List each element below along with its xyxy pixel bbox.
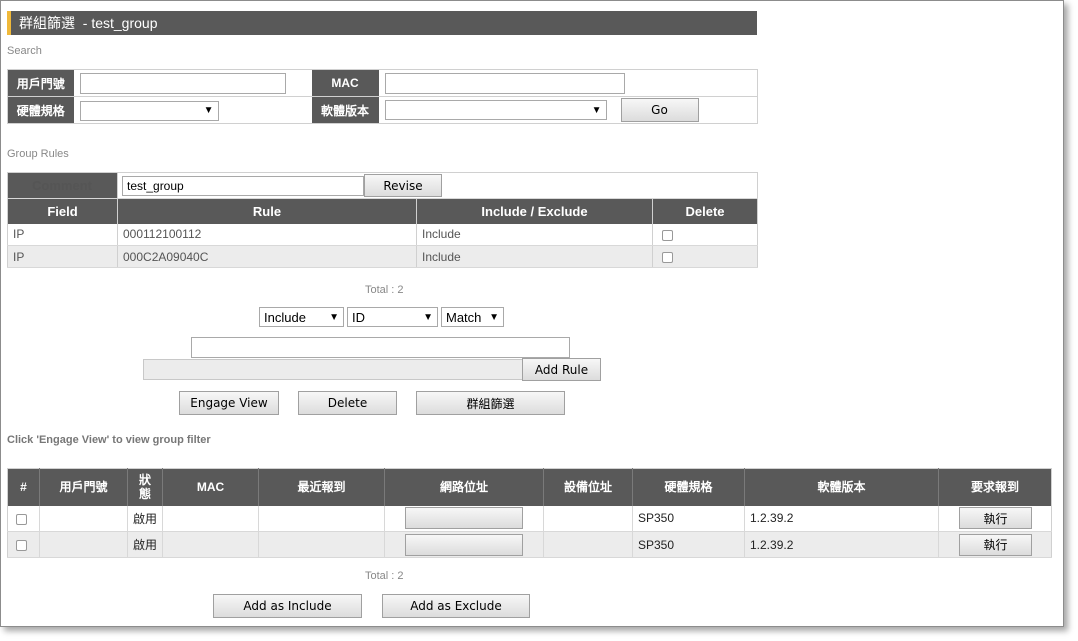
group-rules-section-label: Group Rules (7, 148, 69, 160)
col-request-report: 要求報到 (938, 468, 1052, 506)
network-address-button[interactable] (405, 507, 523, 530)
status-cell: 啟用 (127, 505, 163, 532)
rule-mode: Include (416, 223, 653, 246)
revise-button[interactable]: Revise (364, 174, 442, 197)
add-as-include-button[interactable]: Add as Include (213, 594, 362, 618)
col-include-exclude: Include / Exclude (416, 198, 653, 224)
mode-select-value: Include (264, 309, 306, 325)
comment-label: Comment (7, 172, 118, 199)
go-button[interactable]: Go (620, 98, 699, 122)
row-checkbox[interactable] (16, 539, 27, 551)
col-user-number: 用戶門號 (39, 468, 128, 506)
delete-checkbox[interactable] (662, 251, 673, 263)
devices-table: # 用戶門號 狀態 MAC 最近報到 網路位址 設備位址 硬體規格 軟體版本 要… (7, 468, 1052, 558)
engage-view-hint: Click 'Engage View' to view group filter (7, 434, 211, 446)
rule-value: 000112100112 (117, 223, 417, 246)
col-rule: Rule (117, 198, 417, 224)
mode-select[interactable]: Include ▼ (259, 307, 344, 327)
status-cell: 啟用 (127, 531, 163, 558)
execute-button[interactable]: 執行 (959, 533, 1032, 556)
hardware-spec-cell: SP350 (632, 505, 745, 532)
search-table: 用戶門號 MAC 硬體規格 ▼ 軟體版本 ▼ Go (7, 69, 758, 124)
group-filter-button[interactable]: 群組篩選 (416, 391, 565, 415)
chevron-down-icon: ▼ (329, 311, 339, 323)
add-as-exclude-button[interactable]: Add as Exclude (382, 594, 530, 618)
chevron-down-icon: ▼ (423, 311, 433, 323)
comment-input[interactable] (122, 175, 364, 196)
field-select-value: ID (352, 309, 365, 325)
col-software-version: 軟體版本 (744, 468, 939, 506)
hardware-spec-label: 硬體規格 (7, 96, 74, 124)
col-last-report: 最近報到 (258, 468, 385, 506)
devices-total: Total : 2 (365, 570, 404, 582)
last-report-cell (258, 531, 385, 558)
col-delete: Delete (652, 198, 758, 224)
mac-input[interactable] (384, 72, 625, 94)
group-rules-table: Comment Revise Field Rule Include / Excl… (7, 172, 758, 268)
delete-checkbox[interactable] (662, 229, 673, 241)
rule-mode: Include (416, 245, 653, 268)
col-mac: MAC (162, 468, 259, 506)
page-title: 群組篩選 - test_group (7, 11, 757, 35)
chevron-down-icon: ▼ (203, 105, 214, 116)
last-report-cell (258, 505, 385, 532)
hardware-spec-select[interactable]: ▼ (79, 100, 219, 121)
table-row: IP 000112100112 Include (7, 223, 758, 246)
mac-cell (162, 531, 259, 558)
device-address-cell (543, 505, 633, 532)
col-index: # (7, 468, 40, 506)
rule-field: IP (7, 223, 118, 246)
row-checkbox[interactable] (16, 513, 27, 525)
table-row: 啟用 SP350 1.2.39.2 執行 (7, 531, 1052, 558)
rules-total: Total : 2 (365, 284, 404, 296)
user-number-label: 用戶門號 (7, 69, 74, 97)
rule-value: 000C2A09040C (117, 245, 417, 268)
rule-field: IP (7, 245, 118, 268)
software-version-cell: 1.2.39.2 (744, 531, 939, 558)
main-window: 群組篩選 - test_group Search 用戶門號 MAC 硬體規格 ▼… (0, 0, 1064, 627)
software-version-select[interactable]: ▼ (384, 100, 607, 120)
user-number-cell (39, 531, 128, 558)
search-section-label: Search (7, 45, 42, 57)
chevron-down-icon: ▼ (591, 104, 602, 116)
delete-button[interactable]: Delete (298, 391, 397, 415)
mac-cell (162, 505, 259, 532)
col-hardware-spec: 硬體規格 (632, 468, 745, 506)
table-row: IP 000C2A09040C Include (7, 245, 758, 268)
mac-label: MAC (311, 69, 379, 97)
user-number-input[interactable] (79, 72, 286, 94)
engage-view-button[interactable]: Engage View (179, 391, 279, 415)
col-status: 狀態 (127, 468, 163, 506)
rule-preview-field (143, 359, 523, 380)
hardware-spec-cell: SP350 (632, 531, 745, 558)
device-address-cell (543, 531, 633, 558)
match-select-value: Match (446, 309, 482, 325)
user-number-cell (39, 505, 128, 532)
col-field: Field (7, 198, 118, 224)
software-version-label: 軟體版本 (311, 96, 379, 124)
chevron-down-icon: ▼ (489, 311, 499, 323)
table-row: 啟用 SP350 1.2.39.2 執行 (7, 505, 1052, 532)
software-version-cell: 1.2.39.2 (744, 505, 939, 532)
rule-value-input[interactable] (191, 337, 570, 358)
col-network-address: 網路位址 (384, 468, 544, 506)
execute-button[interactable]: 執行 (959, 507, 1032, 530)
col-device-address: 設備位址 (543, 468, 633, 506)
col-status-label: 狀態 (138, 473, 151, 502)
field-select[interactable]: ID ▼ (347, 307, 438, 327)
add-rule-button[interactable]: Add Rule (522, 358, 601, 381)
match-select[interactable]: Match ▼ (441, 307, 504, 327)
network-address-button[interactable] (405, 533, 523, 556)
